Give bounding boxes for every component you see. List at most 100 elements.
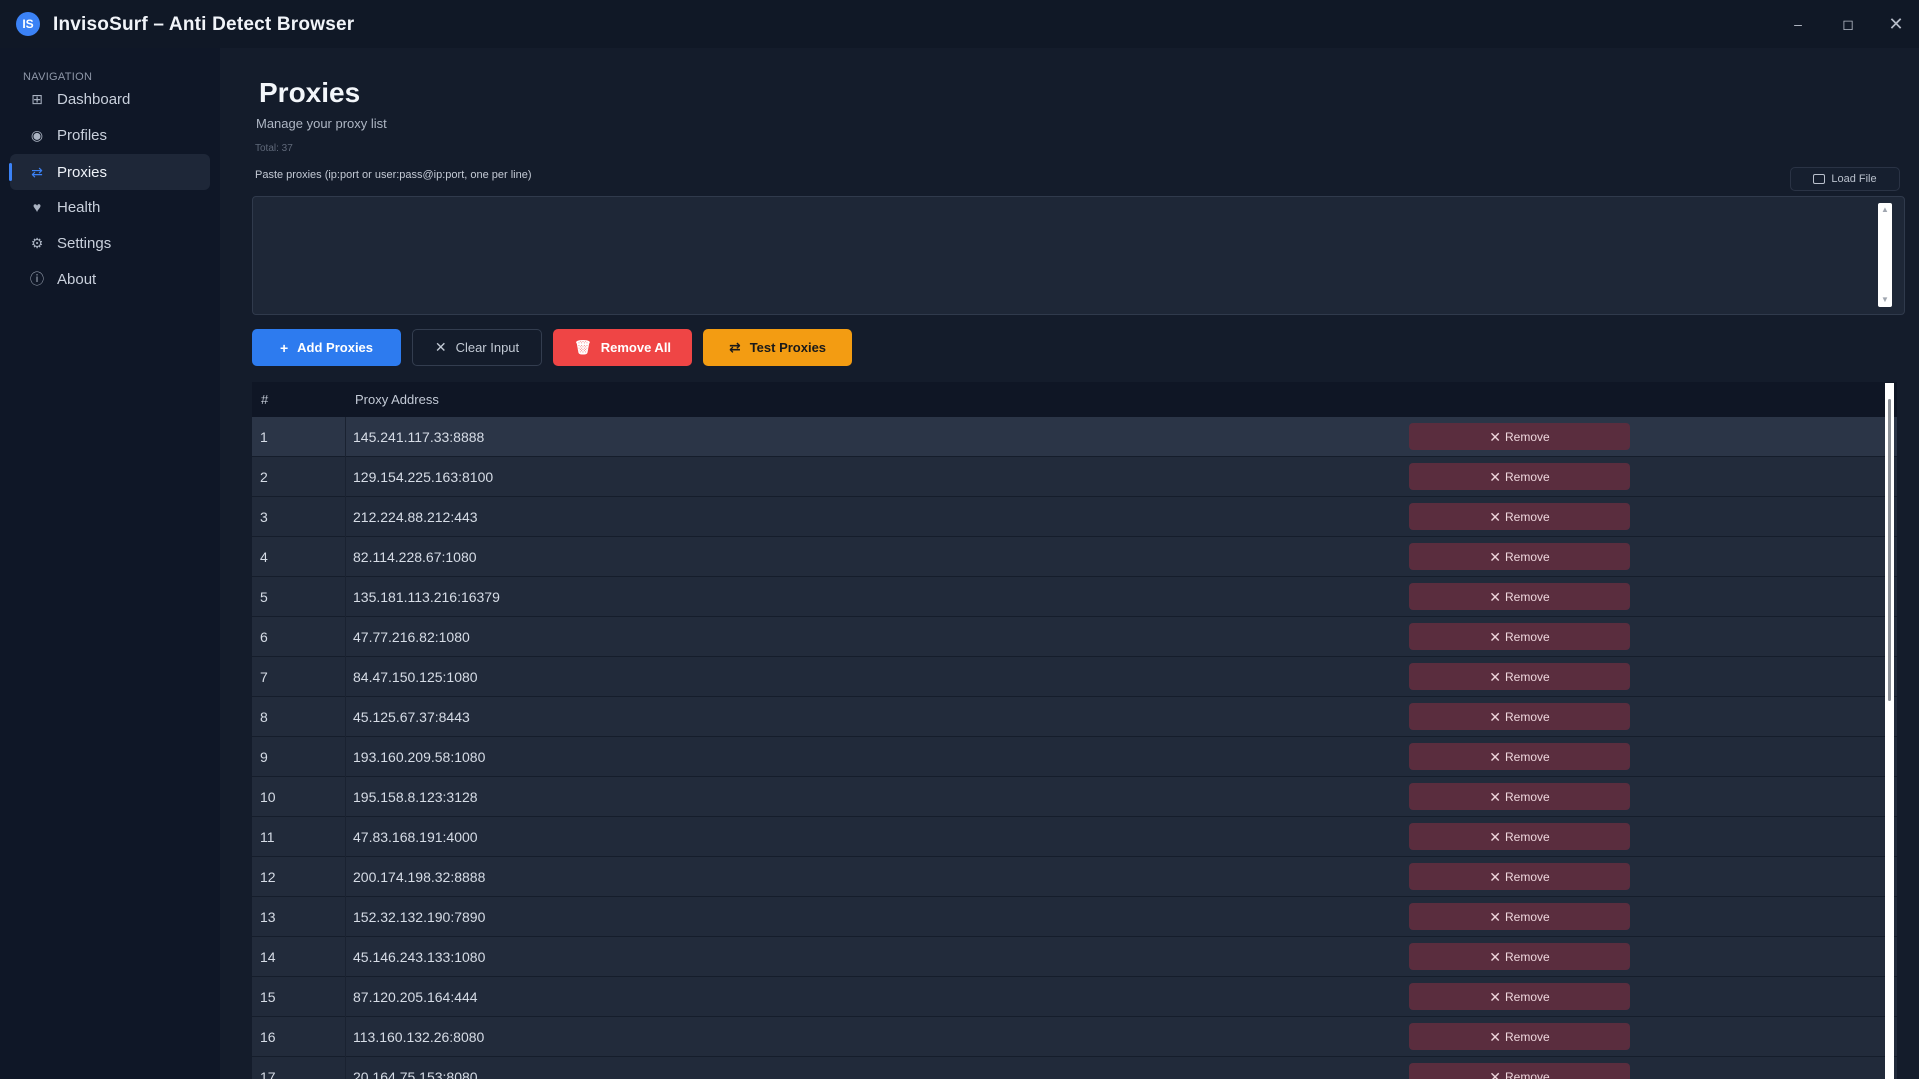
test-proxies-button[interactable]: ⇄ Test Proxies <box>703 329 852 366</box>
row-number: 2 <box>260 469 268 485</box>
remove-proxy-button[interactable]: ✕ Remove <box>1409 543 1630 570</box>
remove-proxy-button[interactable]: ✕ Remove <box>1409 743 1630 770</box>
input-scrollbar[interactable]: ▲ ▼ <box>1878 203 1892 307</box>
row-number: 4 <box>260 549 268 565</box>
close-icon: ✕ <box>1489 948 1502 965</box>
remove-label: Remove <box>1505 749 1550 764</box>
proxy-address: 145.241.117.33:8888 <box>353 429 485 445</box>
sidebar-item-label: Settings <box>57 234 112 252</box>
table-row: 10 195.158.8.123:3128 ✕ Remove <box>252 777 1897 817</box>
table-row: 5 135.181.113.216:16379 ✕ Remove <box>252 577 1897 617</box>
close-icon: ✕ <box>434 339 447 355</box>
row-number: 11 <box>260 829 275 845</box>
remove-proxy-button[interactable]: ✕ Remove <box>1409 503 1630 530</box>
grid-icon: ⊞ <box>31 90 43 107</box>
proxy-address: 45.146.243.133:1080 <box>353 949 486 965</box>
remove-proxy-button[interactable]: ✕ Remove <box>1409 703 1630 730</box>
clear-input-button[interactable]: ✕ Clear Input <box>412 329 542 366</box>
proxy-address: 20.164.75.153:8080 <box>353 1069 478 1079</box>
table-row: 12 200.174.198.32:8888 ✕ Remove <box>252 857 1897 897</box>
remove-proxy-button[interactable]: ✕ Remove <box>1409 1023 1630 1050</box>
sidebar-item-label: Profiles <box>57 126 108 144</box>
sidebar-item-settings[interactable]: ⚙ Settings <box>10 225 210 261</box>
scroll-up-icon[interactable]: ▲ <box>1880 205 1890 215</box>
paste-hint: Paste proxies (ip:port or user:pass@ip:p… <box>255 169 532 181</box>
remove-proxy-button[interactable]: ✕ Remove <box>1409 1063 1630 1079</box>
sidebar-item-label: Dashboard <box>57 90 131 108</box>
remove-proxy-button[interactable]: ✕ Remove <box>1409 423 1630 450</box>
column-divider <box>345 1057 346 1079</box>
column-header-number: # <box>261 392 269 407</box>
swap-icon: ⇄ <box>728 339 741 355</box>
remove-proxy-button[interactable]: ✕ Remove <box>1409 663 1630 690</box>
proxy-address: 82.114.228.67:1080 <box>353 549 477 565</box>
sidebar-item-proxies[interactable]: ⇄ Proxies <box>9 154 210 190</box>
close-icon[interactable]: ✕ <box>1881 12 1911 36</box>
test-proxies-label: Test Proxies <box>749 340 827 355</box>
sidebar-item-health[interactable]: ♥ Health <box>10 189 210 225</box>
table-scrollbar-thumb[interactable] <box>1888 399 1891 701</box>
maximize-icon[interactable]: ◻ <box>1833 12 1863 36</box>
row-number: 7 <box>260 669 268 685</box>
total-count: Total: 37 <box>255 143 293 154</box>
row-number: 14 <box>260 949 276 965</box>
column-divider <box>345 657 346 697</box>
sidebar-item-about[interactable]: ⓘ About <box>10 261 210 297</box>
table-row: 1 145.241.117.33:8888 ✕ Remove <box>252 417 1897 457</box>
remove-label: Remove <box>1505 1069 1550 1079</box>
profile-icon: ◉ <box>30 126 44 143</box>
title-bar: IS InvisoSurf – Anti Detect Browser – ◻ … <box>0 0 1919 48</box>
sidebar-item-dashboard[interactable]: ⊞ Dashboard <box>10 81 210 117</box>
remove-proxy-button[interactable]: ✕ Remove <box>1409 823 1630 850</box>
close-icon: ✕ <box>1489 828 1502 845</box>
clear-input-label: Clear Input <box>455 340 520 355</box>
table-row: 11 47.83.168.191:4000 ✕ Remove <box>252 817 1897 857</box>
remove-proxy-button[interactable]: ✕ Remove <box>1409 903 1630 930</box>
remove-proxy-button[interactable]: ✕ Remove <box>1409 983 1630 1010</box>
proxy-address: 45.125.67.37:8443 <box>353 709 470 725</box>
remove-proxy-button[interactable]: ✕ Remove <box>1409 863 1630 890</box>
column-divider <box>345 497 346 537</box>
sidebar-item-label: Health <box>57 198 101 216</box>
remove-proxy-button[interactable]: ✕ Remove <box>1409 783 1630 810</box>
remove-proxy-button[interactable]: ✕ Remove <box>1409 623 1630 650</box>
sidebar-item-label: Proxies <box>57 163 108 181</box>
close-icon: ✕ <box>1489 748 1502 765</box>
remove-label: Remove <box>1505 549 1550 564</box>
proxy-address: 129.154.225.163:8100 <box>353 469 494 485</box>
close-icon: ✕ <box>1489 628 1502 645</box>
column-divider <box>345 977 346 1017</box>
add-proxies-label: Add Proxies <box>297 340 374 355</box>
remove-label: Remove <box>1505 429 1550 444</box>
proxy-address: 84.47.150.125:1080 <box>353 669 478 685</box>
remove-proxy-button[interactable]: ✕ Remove <box>1409 583 1630 610</box>
table-row: 3 212.224.88.212:443 ✕ Remove <box>252 497 1897 537</box>
table-row: 9 193.160.209.58:1080 ✕ Remove <box>252 737 1897 777</box>
info-icon: ⓘ <box>30 271 44 287</box>
table-row: 4 82.114.228.67:1080 ✕ Remove <box>252 537 1897 577</box>
remove-label: Remove <box>1505 909 1550 924</box>
minimize-icon[interactable]: – <box>1783 12 1813 36</box>
sidebar-item-profiles[interactable]: ◉ Profiles <box>10 117 210 153</box>
column-divider <box>345 737 346 777</box>
column-divider <box>345 897 346 937</box>
column-divider <box>345 1017 346 1057</box>
remove-all-button[interactable]: 🗑 Remove All <box>553 329 692 366</box>
table-row: 7 84.47.150.125:1080 ✕ Remove <box>252 657 1897 697</box>
load-file-button[interactable]: Load File <box>1790 167 1900 191</box>
proxy-input[interactable] <box>252 196 1905 315</box>
row-number: 16 <box>260 1029 276 1045</box>
remove-proxy-button[interactable]: ✕ Remove <box>1409 463 1630 490</box>
remove-label: Remove <box>1505 629 1550 644</box>
remove-label: Remove <box>1505 869 1550 884</box>
column-header-address: Proxy Address <box>355 392 439 407</box>
close-icon: ✕ <box>1489 788 1502 805</box>
row-number: 10 <box>260 789 276 805</box>
sidebar: NAVIGATION ⊞ Dashboard ◉ Profiles ⇄ Prox… <box>0 48 220 1079</box>
folder-icon <box>1813 174 1826 184</box>
table-header: # Proxy Address <box>252 382 1897 417</box>
remove-proxy-button[interactable]: ✕ Remove <box>1409 943 1630 970</box>
remove-all-label: Remove All <box>600 340 672 355</box>
add-proxies-button[interactable]: + Add Proxies <box>252 329 401 366</box>
scroll-down-icon[interactable]: ▼ <box>1880 295 1890 305</box>
